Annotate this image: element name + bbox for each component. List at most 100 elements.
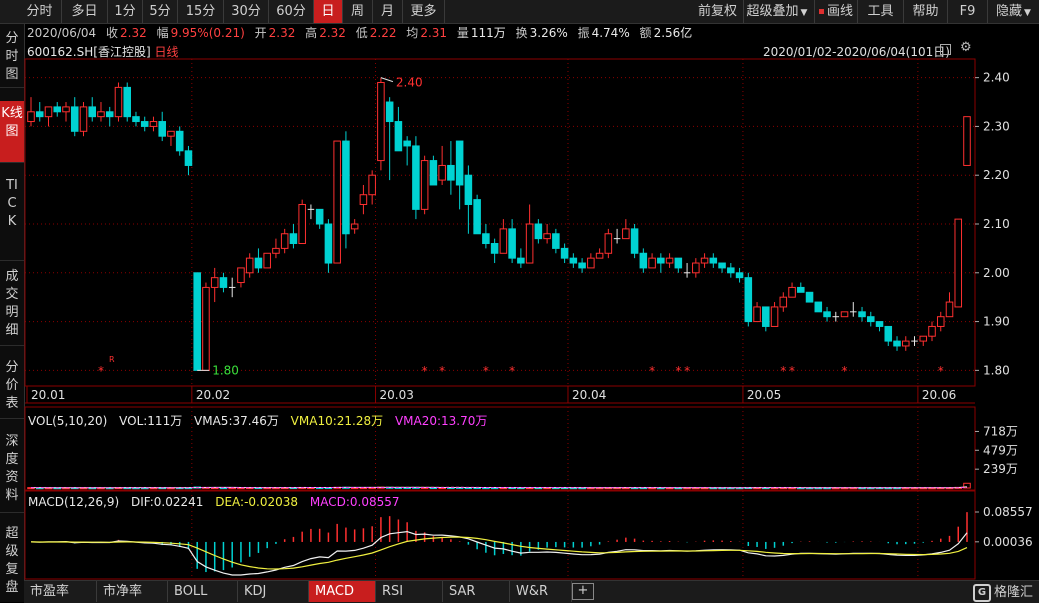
logo-icon: G — [973, 584, 991, 602]
tab-boll[interactable]: BOLL — [168, 581, 238, 602]
candle-body — [246, 258, 253, 273]
candle-body — [693, 263, 700, 273]
candle-body — [360, 195, 367, 205]
candle-body — [404, 141, 411, 146]
event-star-marker: * — [439, 364, 445, 378]
candle-body — [378, 83, 385, 161]
event-star-marker: * — [842, 364, 848, 378]
indicator-tabs: 市盈率 市净率 BOLL KDJ MACD RSI SAR W&R + — [24, 580, 1039, 603]
tab-sar[interactable]: SAR — [443, 581, 510, 602]
candle-body — [176, 131, 183, 151]
candle-body — [413, 146, 420, 209]
candle-body — [474, 200, 481, 234]
tab-wr[interactable]: W&R — [510, 581, 572, 602]
date-tick-label: 20.02 — [196, 388, 230, 402]
candle-body — [964, 117, 971, 166]
event-star-marker: * — [938, 364, 944, 378]
candle-body — [579, 263, 586, 268]
candle-body — [623, 229, 630, 239]
candle-body — [491, 244, 498, 254]
candle-body — [133, 117, 140, 122]
dea-line — [31, 537, 967, 569]
candle-body — [745, 278, 752, 322]
candle-body — [273, 248, 280, 253]
candle-body — [868, 317, 875, 322]
candle-body — [710, 258, 717, 263]
date-tick-label: 20.06 — [922, 388, 956, 402]
candle-body — [929, 326, 936, 336]
candle-body — [780, 297, 787, 307]
kline-chart[interactable]: 2.401.80************R — [28, 76, 971, 378]
candle-body — [80, 107, 87, 131]
candle-body — [754, 307, 761, 322]
candle-body — [920, 336, 927, 341]
candle-body — [448, 165, 455, 180]
event-star-marker: * — [98, 364, 104, 378]
event-star-marker: * — [789, 364, 795, 378]
macd-indicator-name[interactable]: MACD(12,26,9) — [28, 495, 119, 509]
volume-chart — [28, 483, 971, 488]
candle-body — [386, 102, 393, 122]
candle-body — [658, 258, 665, 263]
vol-tick-label: 239万 — [983, 462, 1018, 476]
add-tab-icon[interactable]: + — [572, 583, 594, 600]
vma5-value: VMA5:37.46万 — [194, 414, 279, 428]
tab-macd[interactable]: MACD — [309, 581, 376, 602]
event-star-marker: * — [483, 364, 489, 378]
candle-body — [168, 131, 175, 136]
candle-body — [859, 312, 866, 317]
candle-body — [728, 268, 735, 273]
candle-body — [203, 287, 210, 370]
candle-body — [736, 273, 743, 278]
candle-body — [815, 302, 822, 312]
candle-body — [649, 258, 656, 268]
price-panel-frame — [25, 59, 975, 386]
candle-body — [185, 151, 192, 166]
candle-body — [596, 253, 603, 258]
vol-tick-label: 718万 — [983, 424, 1018, 438]
candle-body — [141, 122, 148, 127]
event-flag-marker: R — [109, 355, 115, 364]
price-tick-label: 1.80 — [983, 363, 1010, 377]
candle-body — [798, 287, 805, 292]
candle-body — [465, 175, 472, 204]
max-pointer-line — [381, 78, 393, 82]
candle-body — [334, 141, 341, 263]
candle-body — [518, 258, 525, 263]
candle-body — [45, 107, 52, 117]
date-tick-label: 20.05 — [747, 388, 781, 402]
event-star-marker: * — [649, 364, 655, 378]
vol-value: VOL:111万 — [119, 414, 182, 428]
logo: G格隆汇 — [973, 581, 1033, 602]
price-tick-label: 2.40 — [983, 71, 1010, 85]
candle-body — [675, 258, 682, 268]
candle-body — [605, 234, 612, 254]
tab-pe[interactable]: 市盈率 — [24, 581, 97, 602]
candle-body — [789, 287, 796, 297]
chart-canvas: 2.401.80************R 2.402.302.202.102.… — [0, 0, 1039, 602]
candle-body — [28, 112, 35, 122]
tab-rsi[interactable]: RSI — [376, 581, 443, 602]
vma10-value: VMA10:21.28万 — [291, 414, 383, 428]
candle-body — [194, 273, 201, 371]
candle-body — [98, 112, 105, 117]
date-tick-label: 20.03 — [380, 388, 414, 402]
price-tick-label: 1.90 — [983, 315, 1010, 329]
vol-indicator-name[interactable]: VOL(5,10,20) — [28, 414, 107, 428]
candle-body — [351, 224, 358, 229]
candle-body — [421, 161, 428, 210]
min-price-label: 1.80 — [212, 363, 239, 377]
candle-body — [456, 141, 463, 185]
candle-body — [561, 248, 568, 258]
price-tick-label: 2.00 — [983, 266, 1010, 280]
candle-body — [771, 307, 778, 327]
price-tick-label: 2.30 — [983, 119, 1010, 133]
candle-body — [299, 204, 306, 243]
tab-pb[interactable]: 市净率 — [97, 581, 168, 602]
candle-body — [124, 87, 131, 116]
candle-body — [535, 224, 542, 239]
candle-body — [483, 234, 490, 244]
candle-body — [255, 258, 262, 268]
macd-tick-label: 0.08557 — [983, 505, 1033, 519]
tab-kdj[interactable]: KDJ — [238, 581, 309, 602]
